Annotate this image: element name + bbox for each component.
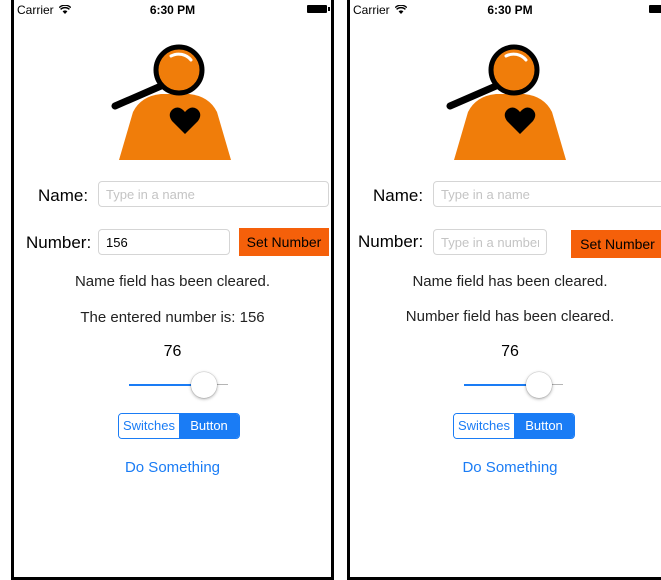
number-field[interactable]	[98, 229, 230, 255]
status-time: 6:30 PM	[487, 3, 533, 17]
name-field[interactable]	[433, 181, 661, 207]
battery-icon	[307, 5, 330, 13]
screen-right: Carrier 6:30 PM Name: Number: Set Number…	[347, 0, 661, 580]
number-label: Number:	[358, 232, 424, 251]
segment-button[interactable]: Button	[514, 414, 574, 438]
number-field[interactable]	[433, 229, 547, 255]
screen-left: Carrier 6:30 PM Name: Number: Set Number…	[11, 0, 334, 580]
magnifier-person-logo-icon	[446, 44, 566, 160]
name-label: Name:	[38, 186, 89, 205]
segment-button[interactable]: Button	[179, 414, 239, 438]
status-bar: Carrier 6:30 PM	[350, 0, 661, 20]
status-bar: Carrier 6:30 PM	[14, 0, 331, 20]
slider-thumb[interactable]	[191, 372, 217, 398]
status-message-2: Number field has been cleared.	[405, 308, 615, 325]
value-slider[interactable]	[129, 370, 228, 400]
set-number-button[interactable]: Set Number	[239, 228, 329, 256]
do-something-button[interactable]: Do Something	[14, 459, 331, 476]
name-field[interactable]	[98, 181, 329, 207]
set-number-button[interactable]: Set Number	[571, 230, 661, 258]
segment-switches[interactable]: Switches	[119, 414, 179, 438]
segmented-control: Switches Button	[453, 413, 575, 439]
do-something-button[interactable]: Do Something	[350, 459, 661, 476]
battery-icon	[649, 5, 661, 13]
slider-value-label: 76	[501, 343, 519, 360]
segmented-control: Switches Button	[118, 413, 240, 439]
status-message-2: The entered number is: 156	[80, 309, 265, 326]
status-time: 6:30 PM	[149, 3, 196, 17]
status-message-1: Name field has been cleared.	[74, 273, 271, 290]
slider-value-label: 76	[163, 343, 182, 360]
magnifier-person-logo-icon	[111, 44, 231, 160]
slider-thumb[interactable]	[526, 372, 552, 398]
segment-switches[interactable]: Switches	[454, 414, 514, 438]
name-label: Name:	[373, 186, 424, 205]
value-slider[interactable]	[464, 370, 563, 400]
status-message-1: Name field has been cleared.	[412, 273, 608, 290]
number-label: Number:	[26, 233, 92, 252]
